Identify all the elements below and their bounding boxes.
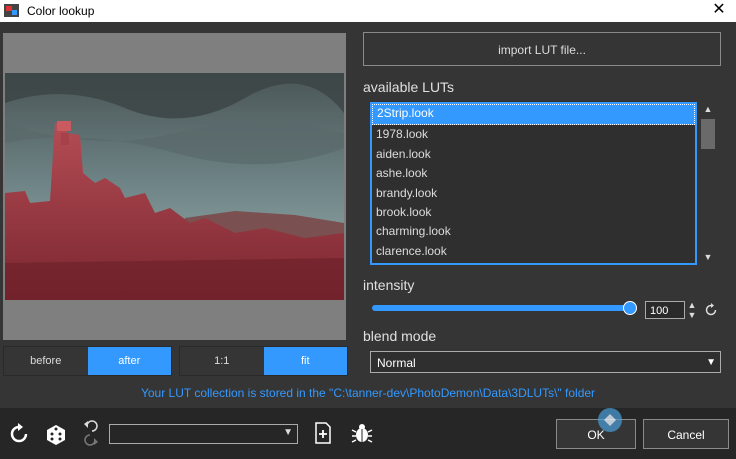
zoom-1to1-button[interactable]: 1:1 [180, 347, 264, 375]
after-button[interactable]: after [87, 347, 171, 375]
scroll-thumb[interactable] [701, 119, 715, 149]
preview-area [3, 33, 346, 340]
compare-toggle: before after [3, 346, 172, 376]
lut-list-scrollbar[interactable]: ▲ ▼ [700, 104, 716, 266]
intensity-slider-thumb[interactable] [623, 301, 637, 315]
spin-up-icon[interactable]: ▲ [687, 300, 697, 310]
chevron-down-icon: ▼ [706, 357, 716, 368]
available-luts-label: available LUTs [363, 79, 455, 95]
chevron-down-icon: ▼ [283, 427, 293, 438]
intensity-spinner[interactable]: ▲ ▼ [687, 300, 697, 320]
lut-list-item[interactable]: ashe.look [372, 164, 695, 183]
window-title: Color lookup [27, 4, 95, 18]
intensity-label: intensity [363, 277, 415, 293]
spin-down-icon[interactable]: ▼ [687, 310, 697, 320]
blend-mode-label: blend mode [363, 328, 437, 344]
close-icon: ✕ [712, 1, 726, 18]
blend-mode-value: Normal [377, 356, 416, 370]
undo-redo-icon[interactable] [82, 418, 100, 448]
randomize-dice-icon[interactable] [43, 421, 69, 447]
before-button[interactable]: before [4, 347, 88, 375]
lut-list-item[interactable]: clarence.look [372, 242, 695, 261]
lut-list-item[interactable]: 1978.look [372, 125, 695, 144]
lut-list-item[interactable]: brook.look [372, 203, 695, 222]
title-bar: Color lookup ✕ [0, 0, 736, 22]
intensity-input[interactable]: 100 [645, 301, 685, 319]
app-icon [4, 4, 19, 17]
reset-intensity-icon[interactable] [703, 302, 719, 318]
import-lut-button[interactable]: import LUT file... [363, 32, 721, 66]
lut-folder-info: Your LUT collection is stored in the "C:… [140, 386, 596, 400]
preset-select[interactable]: ▼ [109, 424, 298, 444]
lut-list-item[interactable]: charming.look [372, 222, 695, 241]
lut-list[interactable]: 2Strip.look 1978.look aiden.look ashe.lo… [370, 102, 697, 265]
reset-icon[interactable] [7, 422, 31, 446]
scroll-up-icon[interactable]: ▲ [700, 104, 716, 118]
fit-button[interactable]: fit [263, 347, 347, 375]
lut-list-item[interactable]: aiden.look [372, 145, 695, 164]
intensity-slider-track[interactable] [372, 305, 630, 311]
bug-report-icon[interactable] [350, 421, 374, 445]
lut-list-item[interactable]: 2Strip.look [372, 104, 695, 126]
zoom-toggle: 1:1 fit [179, 346, 348, 376]
blend-mode-select[interactable]: Normal ▼ [370, 351, 721, 373]
add-preset-icon[interactable] [313, 421, 333, 445]
lut-list-item[interactable]: brandy.look [372, 184, 695, 203]
scroll-down-icon[interactable]: ▼ [700, 252, 716, 266]
close-button[interactable]: ✕ [708, 0, 730, 21]
preview-image [5, 73, 344, 300]
watermark-logo [598, 408, 622, 432]
dialog-content: before after 1:1 fit import LUT file... … [0, 22, 736, 408]
